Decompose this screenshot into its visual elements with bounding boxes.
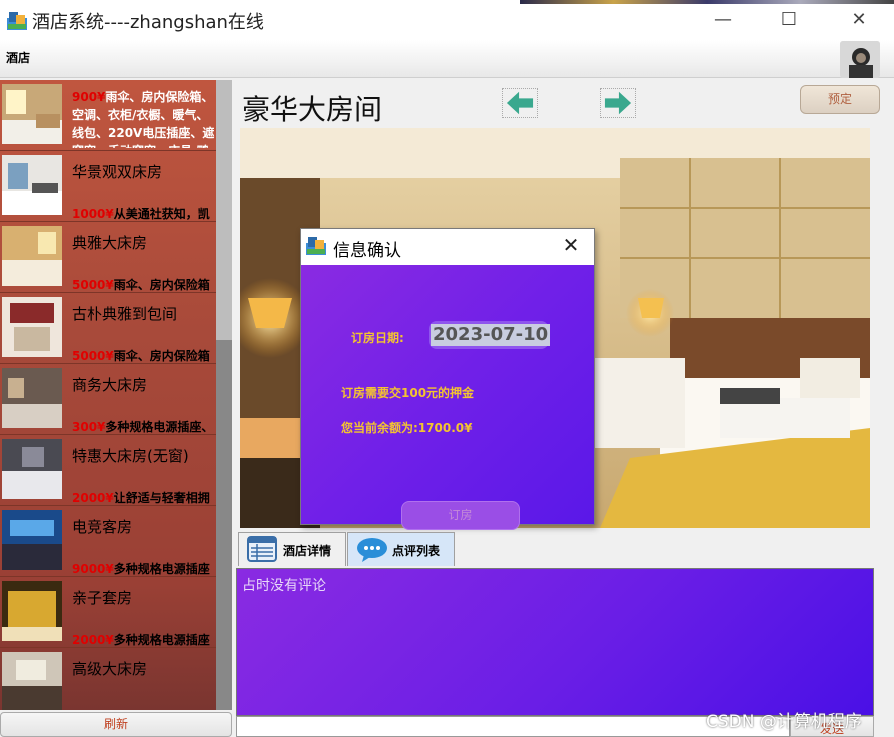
tab-label: 点评列表 <box>392 544 441 558</box>
room-list-item[interactable]: 特惠大床房(无窗) 2000¥让舒适与轻奢相拥 <box>0 435 216 506</box>
room-list-item[interactable]: 亲子套房 2000¥多种规格电源插座 <box>0 577 216 648</box>
room-features: 从美通社获知，凯 <box>113 207 210 221</box>
room-features: 让舒适与轻奢相拥 <box>113 491 210 505</box>
room-list-item[interactable]: 商务大床房 300¥多种规格电源插座、 <box>0 364 216 435</box>
balance-note: 您当前余额为:1700.0¥ <box>341 421 473 435</box>
room-features: 雨伞、房内保险箱 <box>113 278 210 292</box>
reviews-panel[interactable] <box>236 568 874 716</box>
user-avatar[interactable] <box>840 41 880 78</box>
app-icon <box>7 12 27 30</box>
window-title: 酒店系统----zhangshan在线 <box>32 12 264 33</box>
room-price: 2000¥ <box>72 633 114 647</box>
table-icon <box>247 536 277 562</box>
menu-bar <box>0 40 894 78</box>
tab-label: 酒店详情 <box>283 544 332 558</box>
room-list-item[interactable]: 华景观双床房 1000¥从美通社获知，凯 <box>0 151 216 222</box>
room-name: 亲子套房 <box>72 589 133 607</box>
tab-hotel-details[interactable]: 酒店详情 <box>238 532 346 566</box>
room-description: 5000¥雨伞、房内保险箱 <box>72 276 216 293</box>
room-thumbnail-image <box>2 368 62 428</box>
room-thumbnail-image <box>2 226 62 286</box>
booking-date-value[interactable]: 2023-07-10 <box>431 324 551 346</box>
room-thumbnail-image <box>2 155 62 215</box>
room-list-item[interactable]: 典雅大床房 5000¥雨伞、房内保险箱 <box>0 222 216 293</box>
room-thumbnail-image <box>2 652 62 710</box>
room-list-item[interactable]: 高级大床房 <box>0 648 216 710</box>
room-features: 多种规格电源插座、 <box>105 420 214 434</box>
confirm-dialog: 信息确认 ✕ 订房日期: 2023-07-10 订房需要交100元的押金 您当前… <box>300 228 595 530</box>
dialog-close-button[interactable]: ✕ <box>559 233 583 257</box>
close-window-button[interactable]: ✕ <box>844 8 874 32</box>
room-price: 5000¥ <box>72 349 114 363</box>
room-price: 300¥ <box>72 420 106 434</box>
room-list-item[interactable]: 电竞客房 9000¥多种规格电源插座 <box>0 506 216 577</box>
room-thumbnail-image <box>2 297 62 357</box>
room-thumbnail-image <box>2 510 62 570</box>
room-price: 1000¥ <box>72 207 114 221</box>
previous-image-button[interactable] <box>502 88 538 118</box>
room-thumbnail-image <box>2 581 62 641</box>
menu-hotel[interactable]: 酒店 <box>6 49 30 66</box>
confirm-booking-button[interactable]: 订房 <box>401 501 520 530</box>
room-name: 特惠大床房(无窗) <box>72 447 189 465</box>
watermark: CSDN @计算机程序 <box>706 712 862 732</box>
room-list-item[interactable]: 古朴典雅到包间 5000¥雨伞、房内保险箱 <box>0 293 216 364</box>
room-price: 5000¥ <box>72 278 114 292</box>
room-price: 9000¥ <box>72 562 114 576</box>
no-reviews-text: 占时没有评论 <box>242 578 326 594</box>
dialog-app-icon <box>306 237 326 255</box>
dialog-title: 信息确认 <box>333 241 401 261</box>
room-features: 多种规格电源插座 <box>113 562 210 576</box>
background-strip <box>520 0 894 4</box>
maximize-button[interactable]: ☐ <box>774 8 804 32</box>
room-name: 典雅大床房 <box>72 234 148 252</box>
refresh-button[interactable]: 刷新 <box>0 712 232 737</box>
room-list: 900¥雨伞、房内保险箱、空调、衣柜/衣橱、暖气、线包、220V电压插座、遮窗帘… <box>0 80 232 710</box>
next-image-button[interactable] <box>600 88 636 118</box>
room-price: 2000¥ <box>72 491 114 505</box>
booking-date-label: 订房日期: <box>351 331 404 345</box>
chat-bubble-icon <box>357 538 387 562</box>
dialog-body: 订房日期: 2023-07-10 订房需要交100元的押金 您当前余额为:170… <box>301 265 594 530</box>
room-description: 300¥多种规格电源插座、 <box>72 418 216 435</box>
room-price: 900¥ <box>72 90 106 104</box>
reviews-scrollbar[interactable] <box>874 568 894 716</box>
room-features: 雨伞、房内保险箱 <box>113 349 210 363</box>
arrow-left-icon <box>506 91 534 115</box>
minimize-button[interactable]: — <box>708 8 738 32</box>
room-name: 华景观双床房 <box>72 163 163 181</box>
room-list-scroll-thumb[interactable] <box>216 80 232 340</box>
arrow-right-icon <box>604 91 632 115</box>
room-thumbnail-image <box>2 439 62 499</box>
deposit-note: 订房需要交100元的押金 <box>341 386 475 400</box>
room-description: 1000¥从美通社获知，凯 <box>72 205 216 222</box>
room-description: 5000¥雨伞、房内保险箱 <box>72 347 216 364</box>
room-features: 多种规格电源插座 <box>113 633 210 647</box>
room-description: 900¥雨伞、房内保险箱、空调、衣柜/衣橱、暖气、线包、220V电压插座、遮窗帘… <box>72 88 218 148</box>
tab-reviews[interactable]: 点评列表 <box>347 532 455 566</box>
room-description: 2000¥让舒适与轻奢相拥 <box>72 489 216 506</box>
room-description: 2000¥多种规格电源插座 <box>72 631 216 648</box>
room-description: 9000¥多种规格电源插座 <box>72 560 216 577</box>
room-name: 古朴典雅到包间 <box>72 305 178 323</box>
room-thumbnail-image <box>2 84 62 144</box>
book-button[interactable]: 预定 <box>800 85 880 114</box>
room-list-item[interactable]: 900¥雨伞、房内保险箱、空调、衣柜/衣橱、暖气、线包、220V电压插座、遮窗帘… <box>0 80 216 151</box>
room-name: 高级大床房 <box>72 660 148 678</box>
room-title: 豪华大房间 <box>242 93 383 126</box>
app-window: 酒店系统----zhangshan在线 — ☐ ✕ 酒店 900¥雨伞、房内保险… <box>0 0 894 737</box>
room-name: 电竞客房 <box>72 518 133 536</box>
room-name: 商务大床房 <box>72 376 148 394</box>
